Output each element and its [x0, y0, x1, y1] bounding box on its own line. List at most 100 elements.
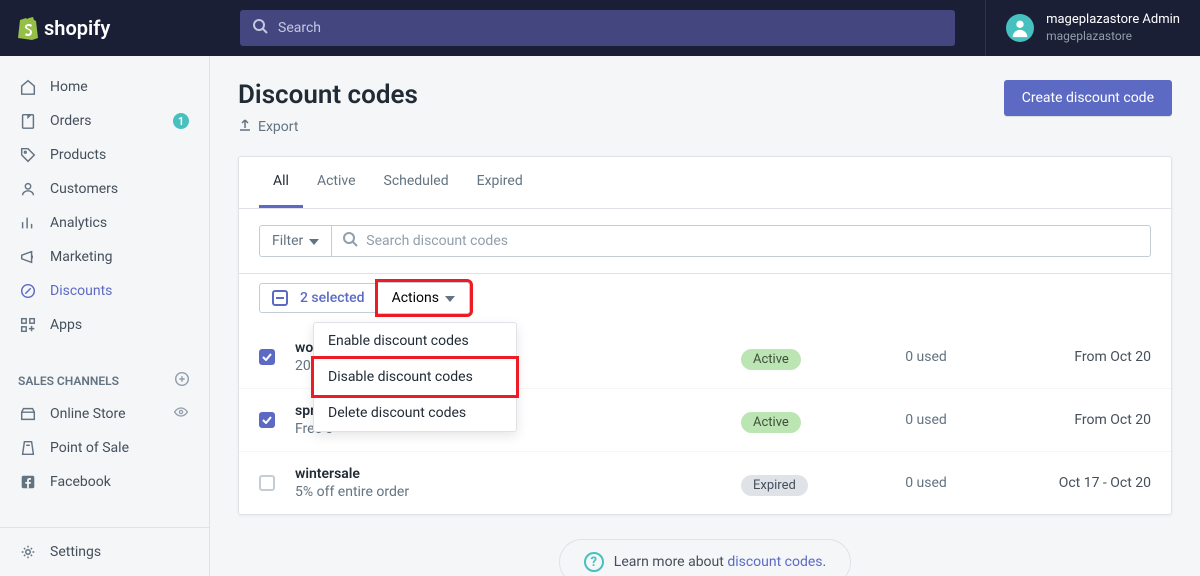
- used-count: 0 used: [861, 349, 991, 365]
- store-name: mageplazastore: [1046, 29, 1180, 45]
- tab-scheduled[interactable]: Scheduled: [370, 157, 463, 208]
- sidebar-item-analytics[interactable]: Analytics: [0, 206, 209, 240]
- tab-active[interactable]: Active: [303, 157, 370, 208]
- export-label: Export: [258, 119, 298, 135]
- primary-nav: Home Orders 1 Products Customers Analyti…: [0, 56, 209, 356]
- row-checkbox[interactable]: [259, 475, 275, 491]
- dropdown-disable[interactable]: Disable discount codes: [314, 359, 516, 395]
- global-search[interactable]: Search: [240, 10, 955, 46]
- orders-icon: [18, 111, 38, 131]
- sidebar-item-discounts[interactable]: Discounts: [0, 274, 209, 308]
- help-box: ? Learn more about discount codes.: [238, 539, 1172, 576]
- channel-label: Point of Sale: [50, 440, 129, 456]
- create-discount-button[interactable]: Create discount code: [1004, 80, 1172, 116]
- user-name: mageplazastore Admin: [1046, 12, 1180, 29]
- sidebar: Home Orders 1 Products Customers Analyti…: [0, 56, 210, 576]
- sidebar-item-marketing[interactable]: Marketing: [0, 240, 209, 274]
- orders-badge: 1: [173, 113, 189, 129]
- tabs: All Active Scheduled Expired: [239, 157, 1171, 209]
- filter-button[interactable]: Filter: [259, 225, 332, 257]
- sidebar-item-home[interactable]: Home: [0, 70, 209, 104]
- discount-desc: 5% off entire order: [295, 484, 741, 500]
- search-icon: [252, 18, 268, 38]
- marketing-icon: [18, 247, 38, 267]
- sidebar-item-settings[interactable]: Settings: [0, 528, 209, 576]
- actions-button[interactable]: Actions: [378, 282, 470, 314]
- channel-online-store[interactable]: Online Store: [0, 397, 209, 431]
- discounts-icon: [18, 281, 38, 301]
- row-checkbox[interactable]: [259, 412, 275, 428]
- search-area: Search: [210, 10, 985, 46]
- facebook-icon: [18, 472, 38, 492]
- dropdown-enable[interactable]: Enable discount codes: [314, 323, 516, 359]
- nav-label: Apps: [50, 317, 82, 333]
- toolbar: Filter: [239, 209, 1171, 274]
- help-suffix: .: [823, 554, 827, 570]
- home-icon: [18, 77, 38, 97]
- user-menu[interactable]: mageplazastore Admin mageplazastore: [985, 0, 1200, 56]
- caret-down-icon: [445, 290, 455, 306]
- status-badge: Active: [741, 349, 801, 370]
- search-codes-input[interactable]: [358, 226, 1140, 256]
- select-all-partial-icon: [272, 290, 288, 306]
- discounts-card: All Active Scheduled Expired Filter 2: [238, 156, 1172, 515]
- nav-label: Customers: [50, 181, 118, 197]
- used-count: 0 used: [861, 475, 991, 491]
- pos-icon: [18, 438, 38, 458]
- channel-facebook[interactable]: Facebook: [0, 465, 209, 499]
- help-link[interactable]: discount codes: [727, 554, 822, 570]
- channel-pos[interactable]: Point of Sale: [0, 431, 209, 465]
- nav-label: Orders: [50, 113, 92, 129]
- nav-label: Products: [50, 147, 106, 163]
- nav-label: Marketing: [50, 249, 113, 265]
- nav-label: Settings: [50, 544, 101, 560]
- user-text: mageplazastore Admin mageplazastore: [1046, 12, 1180, 44]
- apps-icon: [18, 315, 38, 335]
- selection-indicator[interactable]: 2 selected: [259, 283, 378, 313]
- add-channel-icon[interactable]: [173, 370, 191, 391]
- discount-row[interactable]: wintersale 5% off entire order Expired 0…: [239, 452, 1171, 514]
- actions-label: Actions: [392, 290, 439, 306]
- export-icon: [238, 118, 252, 136]
- date-range: Oct 17 - Oct 20: [991, 475, 1151, 491]
- sidebar-item-products[interactable]: Products: [0, 138, 209, 172]
- status-badge: Active: [741, 412, 801, 433]
- filter-label: Filter: [272, 233, 303, 249]
- channels-header: SALES CHANNELS: [0, 356, 209, 397]
- gear-icon: [18, 542, 38, 562]
- caret-down-icon: [309, 233, 319, 249]
- store-icon: [18, 404, 38, 424]
- date-range: From Oct 20: [991, 412, 1151, 428]
- logo[interactable]: shopify: [0, 16, 210, 40]
- page-title: Discount codes: [238, 80, 418, 110]
- analytics-icon: [18, 213, 38, 233]
- actions-dropdown: Enable discount codes Disable discount c…: [313, 322, 517, 432]
- selection-count: 2 selected: [300, 290, 365, 306]
- help-prefix: Learn more about: [614, 554, 728, 570]
- nav-label: Analytics: [50, 215, 107, 231]
- status-badge: Expired: [741, 475, 808, 496]
- channel-label: Facebook: [50, 474, 111, 490]
- view-store-icon[interactable]: [173, 404, 189, 424]
- sidebar-item-apps[interactable]: Apps: [0, 308, 209, 342]
- search-icon: [342, 231, 358, 251]
- customers-icon: [18, 179, 38, 199]
- row-checkbox[interactable]: [259, 349, 275, 365]
- sidebar-item-customers[interactable]: Customers: [0, 172, 209, 206]
- nav-label: Home: [50, 79, 88, 95]
- search-codes[interactable]: [332, 225, 1151, 257]
- help-pill[interactable]: ? Learn more about discount codes.: [559, 539, 851, 576]
- channel-label: Online Store: [50, 406, 126, 422]
- channels-title: SALES CHANNELS: [18, 374, 119, 388]
- discount-name: wintersale: [295, 466, 741, 482]
- export-button[interactable]: Export: [238, 118, 418, 136]
- tab-expired[interactable]: Expired: [463, 157, 537, 208]
- products-icon: [18, 145, 38, 165]
- brand-text: shopify: [44, 16, 110, 40]
- dropdown-delete[interactable]: Delete discount codes: [314, 395, 516, 431]
- search-placeholder: Search: [278, 20, 321, 36]
- main-content: Discount codes Export Create discount co…: [210, 56, 1200, 576]
- tab-all[interactable]: All: [259, 157, 303, 208]
- sidebar-item-orders[interactable]: Orders 1: [0, 104, 209, 138]
- shopify-bag-icon: [18, 16, 40, 40]
